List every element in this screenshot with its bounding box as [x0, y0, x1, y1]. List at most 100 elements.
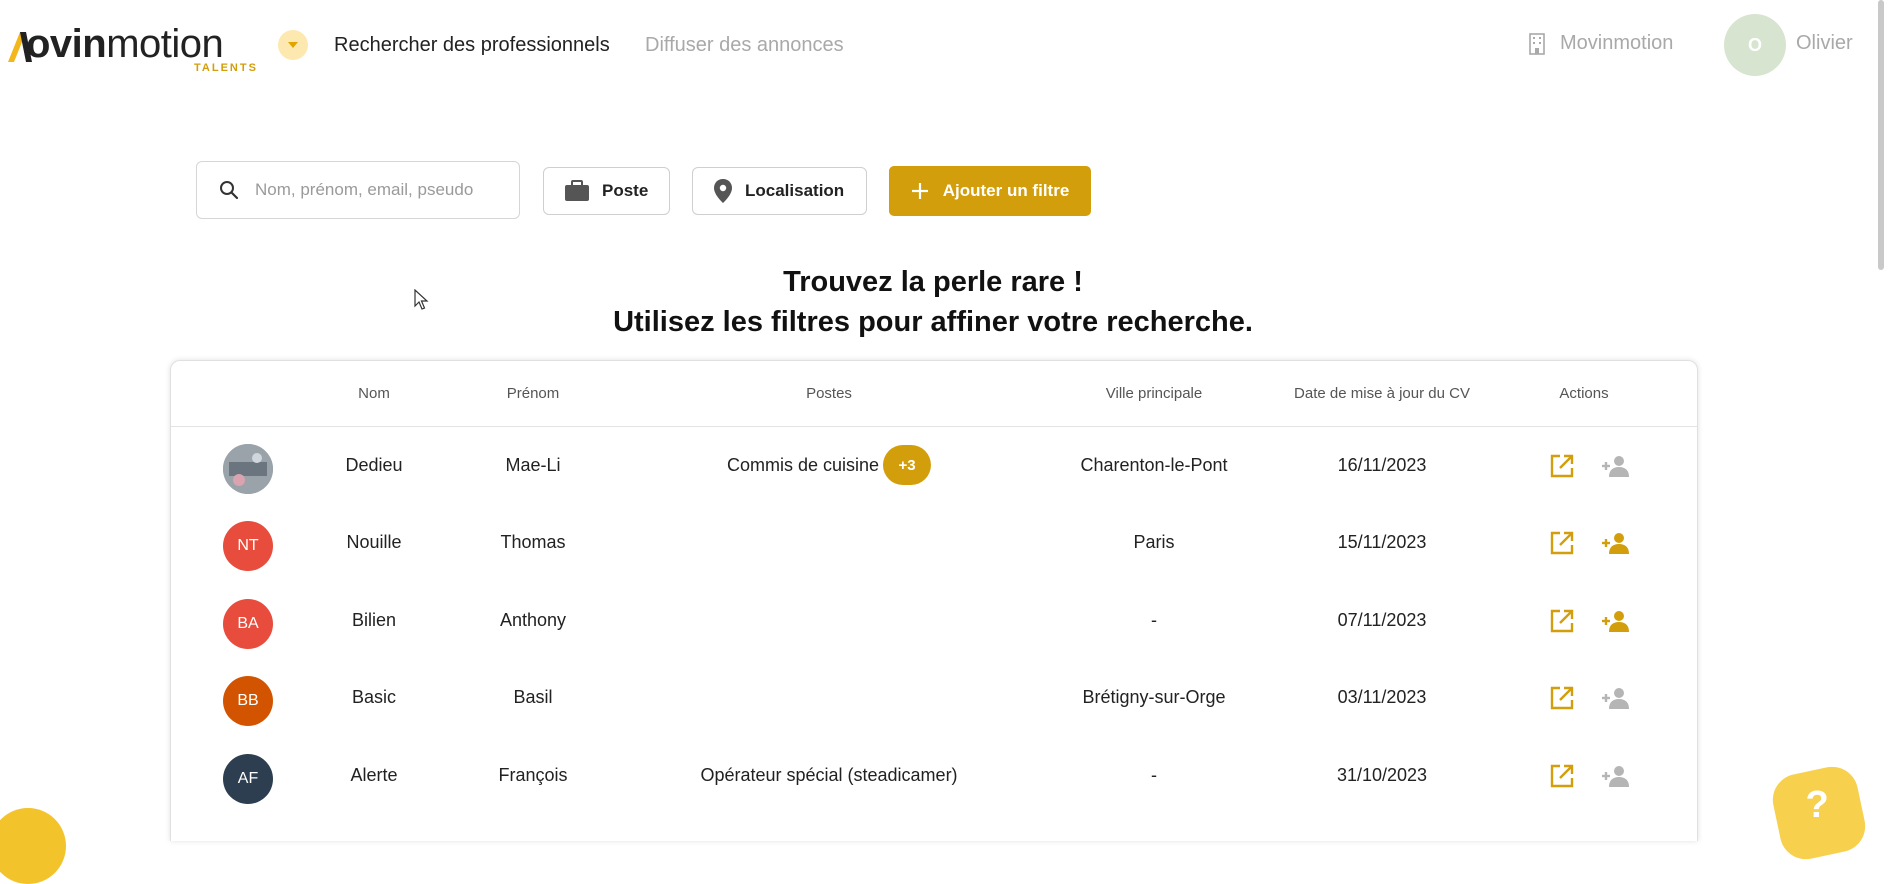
cell-nom: Nouille	[346, 503, 401, 581]
page-scrollbar[interactable]	[1878, 0, 1884, 270]
table-row[interactable]: BA Bilien Anthony - 07/11/2023	[171, 581, 1697, 659]
help-button[interactable]: ?	[1767, 761, 1871, 865]
add-person-icon	[1602, 533, 1629, 554]
cell-date: 15/11/2023	[1338, 503, 1427, 581]
row-actions	[1546, 604, 1666, 638]
row-actions	[1546, 526, 1666, 560]
cell-prenom-text: Basil	[513, 686, 553, 707]
cell-prenom-text: François	[498, 764, 568, 785]
add-to-contacts-button[interactable]	[1600, 605, 1632, 637]
row-actions	[1546, 759, 1666, 793]
user-avatar[interactable]: O	[1724, 14, 1786, 76]
external-link-icon	[1550, 454, 1574, 478]
table-row[interactable]: NT Nouille Thomas Paris 15/11/2023	[171, 503, 1697, 581]
table-row[interactable]: BB Basic Basil Brétigny-sur-Orge 03/11/2023	[171, 658, 1697, 736]
column-header-date[interactable]: Date de mise à jour du CV	[1294, 385, 1470, 402]
top-header: ovinmotion TALENTS Rechercher des profes…	[0, 0, 1888, 90]
cell-date-text: 15/11/2023	[1337, 531, 1427, 552]
organization-name: Movinmotion	[1560, 32, 1674, 54]
caret-down-icon	[288, 42, 298, 48]
cell-nom: Alerte	[350, 736, 397, 814]
cell-ville-text: -	[1151, 764, 1157, 785]
cell-date-text: 31/10/2023	[1336, 764, 1428, 785]
cell-prenom: Anthony	[500, 581, 566, 659]
external-link-icon	[1550, 686, 1574, 710]
add-to-contacts-button[interactable]	[1600, 682, 1632, 714]
table-header: Nom Prénom Postes Ville principale Date …	[171, 361, 1697, 427]
cell-nom: Basic	[352, 658, 396, 736]
cell-date: 31/10/2023	[1337, 736, 1427, 814]
floating-widget-button[interactable]	[0, 808, 66, 884]
cell-prenom: Mae-Li	[505, 426, 560, 504]
cell-ville-text: Paris	[1133, 531, 1175, 552]
open-profile-button[interactable]	[1546, 605, 1578, 637]
column-header-postes[interactable]: Postes	[806, 385, 852, 402]
cell-nom: Dedieu	[345, 426, 402, 504]
column-header-ville[interactable]: Ville principale	[1106, 385, 1202, 402]
cell-nom-text: Nouille	[346, 531, 402, 552]
column-header-prenom[interactable]: Prénom	[507, 385, 560, 402]
add-person-icon	[1602, 688, 1629, 709]
column-header-nom[interactable]: Nom	[358, 385, 390, 402]
user-name[interactable]: Olivier	[1796, 32, 1853, 55]
cell-poste: Opérateur spécial (steadicamer)	[700, 736, 957, 814]
hero-subtitle: Utilisez les filtres pour affiner votre …	[613, 306, 1253, 338]
more-postes-badge[interactable]: +3	[883, 445, 932, 485]
cell-ville-text: Brétigny-sur-Orge	[1082, 686, 1226, 707]
cell-date-text: 07/11/2023	[1337, 609, 1427, 630]
hero-title: Trouvez la perle rare !	[783, 266, 1083, 298]
cell-ville-text: -	[1151, 609, 1157, 630]
open-profile-button[interactable]	[1546, 682, 1578, 714]
location-pin-icon	[714, 179, 732, 203]
search-icon	[220, 181, 239, 200]
poste-filter-button[interactable]: Poste	[543, 167, 670, 215]
row-actions	[1546, 449, 1666, 483]
row-actions	[1546, 681, 1666, 715]
add-person-icon	[1602, 611, 1629, 632]
table-row[interactable]: AF Alerte François Opérateur spécial (stead…	[171, 736, 1697, 814]
cell-prenom-text: Thomas	[500, 531, 566, 552]
logo-wordmark: ovinmotion	[26, 22, 224, 66]
add-person-icon	[1602, 456, 1629, 477]
cell-prenom: Basil	[513, 658, 552, 736]
movinmotion-logo[interactable]: ovinmotion TALENTS	[6, 22, 256, 74]
search-input[interactable]	[253, 179, 507, 201]
results-table: Nom Prénom Postes Ville principale Date …	[170, 360, 1698, 841]
cell-nom: Bilien	[352, 581, 396, 659]
cell-prenom-text: Anthony	[499, 609, 567, 630]
external-link-icon	[1550, 609, 1574, 633]
nav-search-professionals[interactable]: Rechercher des professionnels	[334, 32, 610, 58]
search-box[interactable]	[196, 161, 520, 219]
localisation-filter-button[interactable]: Localisation	[692, 167, 867, 215]
column-header-actions: Actions	[1559, 385, 1609, 402]
cell-prenom: François	[498, 736, 567, 814]
add-to-contacts-button[interactable]	[1600, 450, 1632, 482]
help-icon: ?	[1805, 784, 1830, 827]
cell-date: 03/11/2023	[1338, 658, 1427, 736]
external-link-icon	[1550, 764, 1574, 788]
add-person-icon	[1602, 766, 1629, 787]
open-profile-button[interactable]	[1546, 527, 1578, 559]
cell-date-text: 16/11/2023	[1337, 454, 1427, 475]
empty-state-message: Trouvez la perle rare ! Utilisez les fil…	[0, 262, 1866, 342]
open-profile-button[interactable]	[1546, 760, 1578, 792]
add-filter-button[interactable]: Ajouter un filtre	[889, 166, 1091, 216]
nav-post-ads[interactable]: Diffuser des annonces	[645, 32, 844, 58]
cell-poste: Commis de cuisine +3	[726, 426, 932, 504]
table-row[interactable]: Dedieu Mae-Li Commis de cuisine +3 Charenton…	[171, 426, 1697, 504]
external-link-icon	[1550, 531, 1574, 555]
open-profile-button[interactable]	[1546, 450, 1578, 482]
cell-nom-text: Dedieu	[345, 454, 403, 475]
profile-photo-icon	[223, 444, 273, 494]
building-icon	[1529, 32, 1545, 55]
plus-icon	[911, 183, 928, 199]
organization-selector[interactable]: Movinmotion	[1528, 32, 1673, 55]
cell-date: 16/11/2023	[1338, 426, 1427, 504]
add-to-contacts-button[interactable]	[1600, 527, 1632, 559]
cell-prenom: Thomas	[500, 503, 565, 581]
cell-ville: Paris	[1133, 503, 1174, 581]
cell-poste-text: Commis de cuisine	[726, 454, 880, 475]
logo-subtitle: TALENTS	[194, 62, 258, 74]
add-to-contacts-button[interactable]	[1600, 760, 1632, 792]
app-switcher-button[interactable]	[278, 30, 308, 60]
